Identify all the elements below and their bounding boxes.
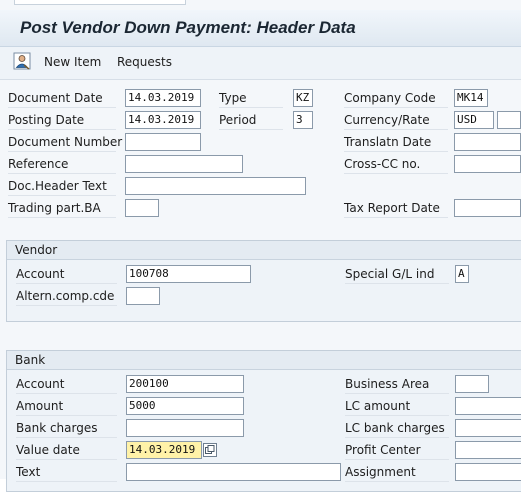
business-area-field[interactable] (455, 375, 489, 393)
document-date-field[interactable]: 14.03.2019 (125, 89, 201, 107)
application-toolbar: New Item Requests (0, 47, 521, 80)
amount-field[interactable]: 5000 (126, 397, 244, 415)
value-date-label: Value date (16, 441, 117, 460)
currency-field[interactable]: USD (454, 111, 494, 129)
tax-report-date-field[interactable] (454, 199, 521, 217)
assignment-field[interactable] (455, 463, 521, 481)
bank-group: Bank Account 200100 Business Area Amount… (6, 350, 521, 492)
tax-report-date-label: Tax Report Date (344, 199, 448, 218)
requests-button[interactable]: Requests (117, 52, 172, 72)
translation-date-field[interactable] (454, 133, 521, 151)
lc-amount-label: LC amount (345, 397, 449, 416)
vendor-account-label: Account (16, 265, 117, 284)
business-area-label: Business Area (345, 375, 449, 394)
document-number-field[interactable] (125, 133, 201, 151)
bank-account-field[interactable]: 200100 (126, 375, 244, 393)
altern-comp-label: Altern.comp.cde (16, 287, 117, 306)
trading-part-label: Trading part.BA (8, 199, 116, 218)
amount-label: Amount (16, 397, 117, 416)
lc-amount-field[interactable] (455, 397, 521, 415)
company-code-label: Company Code (344, 89, 448, 108)
period-label: Period (219, 111, 283, 130)
exchange-rate-field[interactable] (497, 111, 521, 129)
document-number-label: Document Number (8, 133, 122, 152)
window-top-strip (0, 0, 521, 10)
bank-group-title: Bank (7, 351, 521, 370)
text-field[interactable] (126, 463, 341, 481)
person-list-icon[interactable] (13, 52, 31, 70)
assignment-label: Assignment (345, 463, 449, 482)
posting-date-label: Posting Date (8, 111, 116, 130)
bank-charges-label: Bank charges (16, 419, 117, 438)
value-date-field[interactable]: 14.03.2019 (126, 441, 202, 459)
translation-date-label: Translatn Date (344, 133, 448, 152)
vendor-account-field[interactable]: 100708 (126, 265, 251, 283)
reference-label: Reference (8, 155, 116, 174)
title-bar: Post Vendor Down Payment: Header Data (0, 10, 521, 47)
bank-account-label: Account (16, 375, 117, 394)
trading-part-field[interactable] (125, 199, 159, 217)
company-code-field[interactable]: MK14 (454, 89, 488, 107)
header-data-area: Document Date 14.03.2019 Type KZ Company… (0, 80, 521, 492)
type-label: Type (219, 89, 283, 108)
reference-field[interactable] (125, 155, 243, 173)
bank-charges-field[interactable] (126, 419, 244, 437)
profit-center-field[interactable] (455, 441, 521, 459)
cross-cc-label: Cross-CC no. (344, 155, 448, 174)
lc-bank-charges-label: LC bank charges (345, 419, 449, 438)
new-item-button[interactable]: New Item (44, 52, 101, 72)
vendor-group-title: Vendor (7, 241, 521, 260)
special-gl-field[interactable]: A (455, 265, 469, 283)
doc-header-text-label: Doc.Header Text (8, 177, 116, 196)
lc-bank-charges-field[interactable] (455, 419, 521, 437)
window-tab (14, 0, 186, 5)
cross-cc-field[interactable] (454, 155, 521, 173)
doc-header-text-field[interactable] (125, 177, 306, 195)
vendor-group: Vendor Account 100708 Special G/L ind A … (6, 240, 521, 322)
profit-center-label: Profit Center (345, 441, 449, 460)
page-title: Post Vendor Down Payment: Header Data (20, 18, 356, 37)
altern-comp-field[interactable] (126, 287, 160, 305)
document-date-label: Document Date (8, 89, 116, 108)
text-label: Text (16, 463, 117, 482)
value-help-icon[interactable] (203, 443, 217, 457)
period-field[interactable]: 3 (293, 111, 313, 129)
type-field[interactable]: KZ (293, 89, 313, 107)
special-gl-label: Special G/L ind (345, 265, 449, 284)
currency-rate-label: Currency/Rate (344, 111, 448, 130)
posting-date-field[interactable]: 14.03.2019 (125, 111, 201, 129)
